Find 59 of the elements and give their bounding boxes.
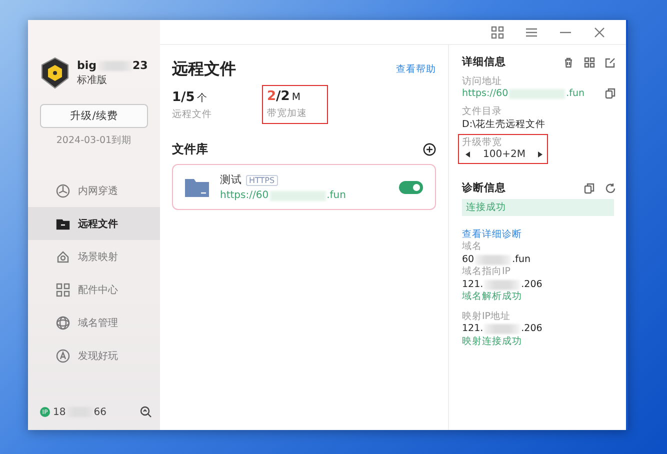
edit-icon[interactable] [605, 56, 616, 68]
sidebar-item[interactable]: 内网穿透 [28, 174, 160, 207]
stat-label: 带宽加速 [267, 107, 308, 120]
user-name: big 23 [77, 59, 148, 72]
field-label: 升级带宽 [462, 136, 503, 149]
field-value: 121. .206 [462, 323, 544, 336]
sidebar-item[interactable]: 配件中心 [28, 273, 160, 306]
result-text: 域名解析成功 [462, 291, 523, 304]
sidebar-item[interactable]: 域名管理 [28, 306, 160, 339]
stat-value: 1/5 个 [172, 90, 208, 105]
panel-title: 诊断信息 [462, 181, 506, 195]
home-icon [56, 250, 70, 264]
field-value: D:\花生壳远程文件 [462, 118, 547, 131]
sidebar-item[interactable]: 发现好玩 [28, 339, 160, 372]
address-link[interactable]: https://60 .fun [462, 88, 585, 99]
refresh-icon[interactable] [605, 182, 616, 194]
zoom-icon[interactable] [140, 406, 152, 418]
copy-icon[interactable] [584, 182, 595, 194]
stat-value: 2/2 M [267, 89, 302, 104]
help-link[interactable]: 查看帮助 [396, 63, 436, 76]
url-link[interactable]: https://60 .fun [220, 190, 346, 201]
page-title: 远程文件 [172, 59, 236, 80]
field-value: 121. .206 [462, 278, 544, 291]
field-value: 60 .fun [462, 254, 532, 266]
field-label: 映射IP地址 [462, 310, 512, 323]
sidebar-item[interactable]: 远程文件 [28, 207, 160, 240]
sidebar-item[interactable]: 场景映射 [28, 240, 160, 273]
edition-label: 标准版 [77, 74, 108, 87]
folder-icon [185, 177, 209, 197]
toggle-switch[interactable] [399, 180, 423, 194]
trash-icon[interactable] [563, 56, 574, 68]
stat-label: 远程文件 [172, 108, 213, 121]
field-label: 域名指向IP [462, 266, 512, 278]
protocol-tag: HTTPS [246, 174, 278, 186]
diagnostics-link[interactable]: 查看详细诊断 [462, 228, 616, 241]
result-text: 映射连接成功 [462, 336, 523, 348]
status-banner: 连接成功 [462, 199, 614, 216]
item-name: 测试 [220, 173, 242, 187]
field-label: 文件目录 [462, 105, 503, 118]
phone-number: 18 66 [53, 406, 106, 418]
increase-arrow-icon[interactable] [537, 151, 544, 158]
expiry-date: 2024-03-01到期 [55, 134, 133, 147]
close-icon[interactable] [592, 26, 606, 38]
stepper-value: 100+2M [483, 149, 526, 160]
field-label: 访问地址 [462, 75, 503, 88]
decrease-arrow-icon[interactable] [465, 151, 471, 158]
copy-icon[interactable] [605, 88, 616, 99]
grid-icon [56, 282, 70, 296]
section-title: 文件库 [172, 141, 208, 158]
menu-icon[interactable] [524, 26, 538, 38]
add-icon[interactable] [423, 143, 436, 156]
shield-avatar-icon [40, 57, 70, 89]
folder-icon [56, 216, 70, 230]
library-card[interactable]: 测试 HTTPS https://60 .fun [172, 164, 436, 210]
field-label: 域名 [462, 241, 483, 254]
globe-icon [56, 316, 70, 330]
letter-a-circle-icon [56, 348, 70, 362]
panel-title: 详细信息 [462, 55, 506, 69]
upgrade-button[interactable]: 升级/续费 [40, 104, 148, 128]
